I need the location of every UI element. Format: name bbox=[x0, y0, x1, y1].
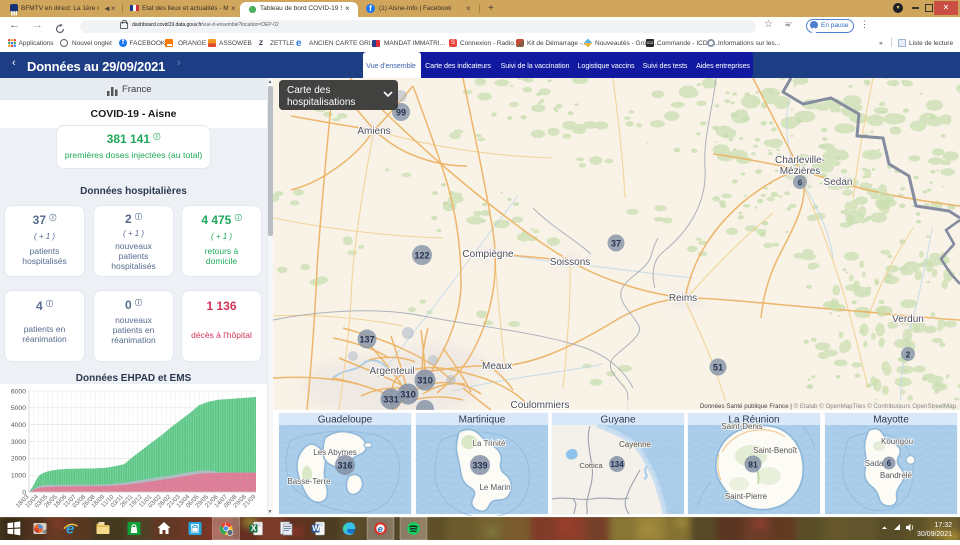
svg-text:X: X bbox=[251, 524, 257, 533]
svg-text:Basse-Terre: Basse-Terre bbox=[287, 477, 331, 486]
svg-text:4000: 4000 bbox=[11, 422, 26, 429]
svg-text:6000: 6000 bbox=[11, 388, 26, 395]
svg-text:30/09/2021: 30/09/2021 bbox=[917, 531, 952, 538]
svg-text:339: 339 bbox=[472, 461, 487, 471]
svg-text:310: 310 bbox=[417, 376, 433, 387]
svg-text:3000: 3000 bbox=[11, 439, 26, 446]
svg-text:6: 6 bbox=[887, 459, 892, 468]
svg-text:Soissons: Soissons bbox=[550, 257, 591, 268]
svg-text:Données Santé publique France: Données Santé publique France | © Etalab… bbox=[700, 403, 957, 410]
svg-text:Compiègne: Compiègne bbox=[462, 249, 514, 260]
svg-text:137: 137 bbox=[359, 335, 374, 345]
svg-text:331: 331 bbox=[383, 395, 400, 406]
svg-text:Les Abymes: Les Abymes bbox=[313, 448, 357, 457]
svg-text:Amiens: Amiens bbox=[357, 126, 390, 137]
svg-text:Sada: Sada bbox=[865, 459, 884, 468]
svg-text:Guyane: Guyane bbox=[600, 415, 635, 426]
svg-text:Bandrélé: Bandrélé bbox=[880, 471, 913, 480]
svg-text:1000: 1000 bbox=[11, 473, 26, 480]
svg-text:Saint-Benoît: Saint-Benoît bbox=[753, 446, 798, 455]
svg-text:6: 6 bbox=[798, 179, 803, 188]
svg-text:Reims: Reims bbox=[669, 293, 697, 304]
svg-text:310: 310 bbox=[400, 390, 416, 401]
svg-text:2: 2 bbox=[906, 351, 911, 360]
svg-text:Coulommiers: Coulommiers bbox=[511, 400, 570, 410]
svg-text:Carte des: Carte des bbox=[287, 85, 330, 96]
svg-text:Martinique: Martinique bbox=[459, 415, 506, 426]
svg-text:81: 81 bbox=[748, 460, 758, 470]
svg-text:Mayotte: Mayotte bbox=[873, 415, 909, 426]
svg-text:e: e bbox=[66, 521, 74, 538]
svg-text:5000: 5000 bbox=[11, 405, 26, 412]
svg-text:134: 134 bbox=[610, 460, 624, 469]
svg-text:Argenteuil: Argenteuil bbox=[369, 366, 414, 377]
svg-text:Cottica: Cottica bbox=[579, 461, 603, 470]
svg-text:51: 51 bbox=[713, 363, 723, 373]
svg-text:Verdun: Verdun bbox=[892, 314, 924, 325]
svg-text:e: e bbox=[378, 524, 384, 535]
svg-text:Saint-Pierre: Saint-Pierre bbox=[725, 492, 768, 501]
svg-text:Le Marin: Le Marin bbox=[479, 483, 510, 492]
svg-text:W: W bbox=[312, 524, 320, 533]
svg-text:Saint-Denis: Saint-Denis bbox=[721, 422, 762, 431]
svg-text:122: 122 bbox=[414, 251, 429, 261]
svg-text:Charleville-: Charleville- bbox=[775, 155, 825, 166]
svg-text:Koungou: Koungou bbox=[881, 437, 913, 446]
svg-text:Cayenne: Cayenne bbox=[619, 440, 652, 449]
svg-text:99: 99 bbox=[396, 108, 406, 118]
svg-text:La Trinité: La Trinité bbox=[473, 439, 506, 448]
svg-text:17:32: 17:32 bbox=[934, 522, 952, 529]
svg-text:Sedan: Sedan bbox=[824, 177, 853, 188]
svg-text:2000: 2000 bbox=[11, 456, 26, 463]
svg-text:Guadeloupe: Guadeloupe bbox=[318, 415, 373, 426]
svg-text:37: 37 bbox=[611, 239, 621, 249]
svg-text:hospitalisations: hospitalisations bbox=[287, 97, 355, 108]
svg-text:Meaux: Meaux bbox=[482, 361, 512, 372]
svg-text:316: 316 bbox=[337, 461, 352, 471]
